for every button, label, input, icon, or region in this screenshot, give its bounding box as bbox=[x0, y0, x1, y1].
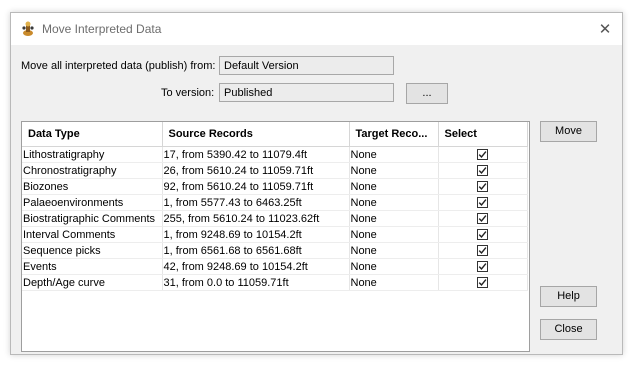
select-cell bbox=[438, 274, 528, 291]
target-records-cell: None bbox=[349, 178, 439, 195]
move-interpreted-data-dialog: Move Interpreted Data ✕ Move all interpr… bbox=[10, 12, 623, 355]
source-records-cell: 1, from 9248.69 to 10154.2ft bbox=[162, 226, 350, 243]
target-records-cell: None bbox=[349, 210, 439, 227]
close-icon[interactable]: ✕ bbox=[594, 18, 616, 40]
source-records-cell: 92, from 5610.24 to 11059.71ft bbox=[162, 178, 350, 195]
data-table: Data Type Source Records Target Reco... … bbox=[21, 121, 530, 352]
table-row[interactable]: Sequence picks 1, from 6561.68 to 6561.68… bbox=[22, 242, 528, 259]
checkmark-icon bbox=[478, 151, 487, 159]
data-type-cell: Palaeoenvironments bbox=[22, 194, 163, 211]
checkmark-icon bbox=[478, 215, 487, 223]
select-checkbox[interactable] bbox=[477, 229, 488, 241]
select-cell bbox=[438, 258, 528, 275]
select-checkbox[interactable] bbox=[477, 277, 488, 289]
target-records-cell: None bbox=[349, 258, 439, 275]
select-cell bbox=[438, 146, 528, 163]
source-records-cell: 26, from 5610.24 to 11059.71ft bbox=[162, 162, 350, 179]
data-type-cell: Sequence picks bbox=[22, 242, 163, 259]
select-cell bbox=[438, 242, 528, 259]
table-row[interactable]: Biozones 92, from 5610.24 to 11059.71ft No… bbox=[22, 178, 528, 195]
source-records-cell: 42, from 9248.69 to 10154.2ft bbox=[162, 258, 350, 275]
column-header-source-records[interactable]: Source Records bbox=[162, 122, 350, 147]
table-row[interactable]: Chronostratigraphy 26, from 5610.24 to 11… bbox=[22, 162, 528, 179]
table-row[interactable]: Lithostratigraphy 17, from 5390.42 to 110… bbox=[22, 146, 528, 163]
table-row[interactable]: Biostratigraphic Comments 255, from 5610.… bbox=[22, 210, 528, 227]
select-cell bbox=[438, 178, 528, 195]
target-records-cell: None bbox=[349, 162, 439, 179]
checkmark-icon bbox=[478, 167, 487, 175]
data-type-cell: Biozones bbox=[22, 178, 163, 195]
select-cell bbox=[438, 210, 528, 227]
checkmark-icon bbox=[478, 247, 487, 255]
select-checkbox[interactable] bbox=[477, 181, 488, 193]
close-button[interactable]: Close bbox=[540, 319, 597, 340]
data-type-cell: Depth/Age curve bbox=[22, 274, 163, 291]
target-records-cell: None bbox=[349, 226, 439, 243]
table-header-row: Data Type Source Records Target Reco... … bbox=[22, 122, 528, 147]
title-bar: Move Interpreted Data ✕ bbox=[11, 13, 622, 45]
source-records-cell: 17, from 5390.42 to 11079.4ft bbox=[162, 146, 350, 163]
move-button[interactable]: Move bbox=[540, 121, 597, 142]
checkmark-icon bbox=[478, 279, 487, 287]
table-row[interactable]: Depth/Age curve 31, from 0.0 to 11059.71f… bbox=[22, 274, 528, 291]
target-records-cell: None bbox=[349, 146, 439, 163]
table-row[interactable]: Palaeoenvironments 1, from 5577.43 to 646… bbox=[22, 194, 528, 211]
column-header-data-type[interactable]: Data Type bbox=[22, 122, 163, 147]
checkmark-icon bbox=[478, 199, 487, 207]
app-icon bbox=[20, 21, 36, 37]
checkmark-icon bbox=[478, 263, 487, 271]
target-records-cell: None bbox=[349, 194, 439, 211]
source-records-cell: 31, from 0.0 to 11059.71ft bbox=[162, 274, 350, 291]
column-header-target-records[interactable]: Target Reco... bbox=[349, 122, 439, 147]
browse-version-button[interactable]: ... bbox=[406, 83, 448, 104]
data-type-cell: Interval Comments bbox=[22, 226, 163, 243]
select-checkbox[interactable] bbox=[477, 165, 488, 177]
table-row[interactable]: Events 42, from 9248.69 to 10154.2ft None bbox=[22, 258, 528, 275]
select-cell bbox=[438, 162, 528, 179]
select-checkbox[interactable] bbox=[477, 213, 488, 225]
select-cell bbox=[438, 194, 528, 211]
from-version-field[interactable]: Default Version bbox=[219, 56, 394, 75]
to-version-field[interactable]: Published bbox=[219, 83, 394, 102]
source-records-cell: 1, from 5577.43 to 6463.25ft bbox=[162, 194, 350, 211]
target-records-cell: None bbox=[349, 242, 439, 259]
checkmark-icon bbox=[478, 183, 487, 191]
select-checkbox[interactable] bbox=[477, 245, 488, 257]
data-type-cell: Events bbox=[22, 258, 163, 275]
data-type-cell: Lithostratigraphy bbox=[22, 146, 163, 163]
table-row[interactable]: Interval Comments 1, from 9248.69 to 1015… bbox=[22, 226, 528, 243]
checkmark-icon bbox=[478, 231, 487, 239]
target-records-cell: None bbox=[349, 274, 439, 291]
data-type-cell: Chronostratigraphy bbox=[22, 162, 163, 179]
data-type-cell: Biostratigraphic Comments bbox=[22, 210, 163, 227]
source-records-cell: 255, from 5610.24 to 11023.62ft bbox=[162, 210, 350, 227]
help-button[interactable]: Help bbox=[540, 286, 597, 307]
source-records-cell: 1, from 6561.68 to 6561.68ft bbox=[162, 242, 350, 259]
select-checkbox[interactable] bbox=[477, 149, 488, 161]
to-version-label: To version: bbox=[161, 87, 215, 99]
select-checkbox[interactable] bbox=[477, 197, 488, 209]
select-cell bbox=[438, 226, 528, 243]
column-header-select[interactable]: Select bbox=[438, 122, 528, 147]
from-label: Move all interpreted data (publish) from… bbox=[21, 60, 216, 72]
window-title: Move Interpreted Data bbox=[42, 22, 162, 36]
select-checkbox[interactable] bbox=[477, 261, 488, 273]
